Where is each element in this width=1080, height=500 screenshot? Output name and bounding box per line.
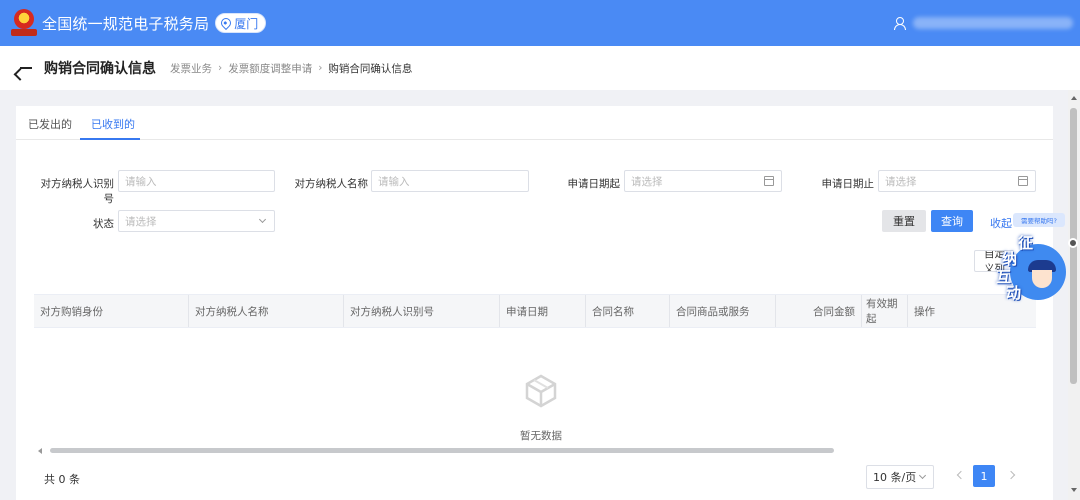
column-header: 合同商品或服务 <box>670 295 776 327</box>
date-end-picker[interactable]: 请选择 <box>878 170 1036 192</box>
user-name-redacted <box>913 17 1073 29</box>
user-menu[interactable] <box>893 16 1073 30</box>
counterparty-id-label: 对方纳税人识别号 <box>40 178 115 205</box>
city-selector[interactable]: 厦门 <box>215 13 267 33</box>
chevron-right-icon: › <box>318 62 323 74</box>
help-tag[interactable]: 需要帮助吗? <box>1013 213 1065 227</box>
column-header: 对方纳税人识别号 <box>344 295 500 327</box>
column-header: 对方购销身份 <box>34 295 189 327</box>
breadcrumb-item-invoice[interactable]: 发票业务 <box>170 61 212 76</box>
chevron-down-icon <box>918 471 927 480</box>
main-card: 已发出的 已收到的 对方纳税人识别号 请输入 对方纳税人名称 请输入 申请日期起… <box>16 106 1065 500</box>
chevron-down-icon <box>258 215 267 224</box>
column-header: 申请日期 <box>500 295 586 327</box>
back-arrow-icon[interactable] <box>18 61 34 75</box>
counterparty-name-input[interactable]: 请输入 <box>371 170 529 192</box>
calendar-icon <box>764 176 774 186</box>
breadcrumb-item-current: 购销合同确认信息 <box>328 62 413 75</box>
assistant-char: 动 <box>1006 284 1022 302</box>
assistant-char: 征 <box>1018 234 1034 252</box>
status-label: 状态 <box>93 218 114 230</box>
location-pin-icon <box>219 15 234 31</box>
collapse-link[interactable]: 收起 <box>990 215 1012 231</box>
assistant-avatar-icon <box>1028 260 1056 294</box>
chevron-right-icon: › <box>218 62 223 74</box>
counterparty-name-label: 对方纳税人名称 <box>294 178 369 190</box>
active-tab-indicator <box>80 138 140 140</box>
empty-box-icon <box>525 374 557 408</box>
reset-button[interactable]: 重置 <box>882 210 926 232</box>
date-start-picker[interactable]: 请选择 <box>624 170 782 192</box>
total-count: 共 0 条 <box>44 473 80 486</box>
date-end-label: 申请日期止 <box>821 178 875 190</box>
column-header: 有效期起 <box>862 295 908 327</box>
page-header: 购销合同确认信息 发票业务 › 发票额度调整申请 › 购销合同确认信息 <box>0 46 1080 90</box>
next-page-icon[interactable] <box>1006 470 1016 480</box>
city-label: 厦门 <box>234 16 259 31</box>
table-header: 对方购销身份 对方纳税人名称 对方纳税人识别号 申请日期 合同名称 合同商品或服… <box>34 294 1036 328</box>
assistant-widget[interactable]: 征 纳 互 动 <box>994 230 1070 306</box>
page-title: 购销合同确认信息 <box>44 61 156 77</box>
breadcrumb-item-quota[interactable]: 发票额度调整申请 <box>228 61 312 76</box>
tax-emblem-logo <box>11 9 37 37</box>
status-select[interactable]: 请选择 <box>118 210 275 232</box>
column-header: 合同金额 <box>776 295 862 327</box>
scroll-left-icon[interactable] <box>38 448 42 454</box>
prev-page-icon[interactable] <box>956 470 966 480</box>
horizontal-scrollbar[interactable] <box>38 447 1036 455</box>
date-start-label: 申请日期起 <box>567 178 621 190</box>
scrollbar-thumb[interactable] <box>50 448 834 453</box>
scroll-down-icon[interactable] <box>1071 488 1077 492</box>
app-title: 全国统一规范电子税务局 <box>42 14 210 33</box>
column-header: 对方纳税人名称 <box>189 295 344 327</box>
breadcrumb: 发票业务 › 发票额度调整申请 › 购销合同确认信息 <box>170 61 412 76</box>
query-button[interactable]: 查询 <box>931 210 973 232</box>
column-header: 合同名称 <box>586 295 670 327</box>
user-icon <box>893 16 906 30</box>
scroll-up-icon[interactable] <box>1071 96 1077 100</box>
tab-sent[interactable]: 已发出的 <box>28 116 72 132</box>
tab-bar: 已发出的 已收到的 <box>16 106 1053 140</box>
counterparty-id-input[interactable]: 请输入 <box>118 170 275 192</box>
calendar-icon <box>1018 176 1028 186</box>
top-bar: 全国统一规范电子税务局 厦门 <box>0 0 1080 46</box>
tab-received[interactable]: 已收到的 <box>91 116 135 132</box>
page-number-current[interactable]: 1 <box>973 465 995 487</box>
empty-state-text: 暂无数据 <box>520 430 562 442</box>
page-size-select[interactable]: 10 条/页 <box>866 465 934 489</box>
